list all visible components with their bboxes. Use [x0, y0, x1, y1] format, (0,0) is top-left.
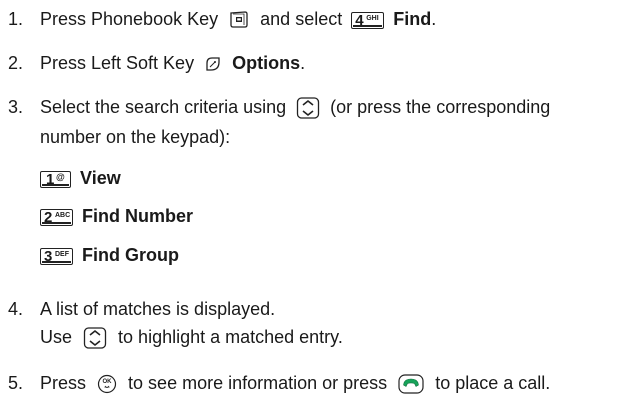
phonebook-key-icon	[229, 11, 249, 29]
key-underline	[42, 260, 71, 263]
option-find-group: 3 DEF Find Group	[40, 244, 179, 266]
step-text-part: .	[431, 9, 437, 29]
step-text-part: to place a call.	[435, 373, 551, 393]
step-number: 5.	[8, 373, 24, 393]
step-text-part: Press Phonebook Key	[40, 9, 219, 29]
step-text: Press Left Soft Key Options.	[40, 52, 305, 74]
key-3-def-icon: 3 DEF	[40, 247, 73, 265]
instruction-page: 1. Press Phonebook Key and select 4 GHI …	[0, 0, 631, 411]
step-text: Select the search criteria using (or pre…	[40, 96, 550, 119]
step-text-part: Press Left Soft Key	[40, 53, 195, 73]
option-label: Find Number	[82, 206, 194, 226]
option-label: Find Group	[82, 245, 179, 265]
key-letters: @	[56, 171, 65, 182]
step-text-part: to highlight a matched entry.	[118, 327, 343, 347]
step-number: 4.	[8, 299, 24, 319]
step-number: 2.	[8, 53, 24, 73]
option-label: View	[80, 168, 121, 188]
option-view: 1 @ View	[40, 167, 121, 189]
step-text: A list of matches is displayed.	[40, 299, 276, 319]
step-number: 1.	[8, 9, 24, 29]
find-label: Find	[393, 9, 432, 29]
key-underline	[42, 183, 69, 186]
option-find-number: 2 ABC Find Number	[40, 205, 193, 227]
nav-key-icon	[296, 97, 320, 119]
nav-key-icon	[83, 327, 107, 349]
step-text: Press OK to see more information or pres…	[40, 372, 550, 394]
key-2-abc-icon: 2 ABC	[40, 208, 73, 226]
key-4-ghi-icon: 4 GHI	[351, 11, 385, 29]
key-letters: GHI	[366, 14, 379, 22]
step-text: number on the keypad):	[40, 127, 231, 147]
step-text: Use to highlight a matched entry.	[40, 326, 343, 349]
step-text-part: Select the search criteria using	[40, 97, 287, 117]
step-text-part: .	[300, 53, 306, 73]
key-1-icon: 1 @	[40, 170, 71, 188]
ok-label: OK	[103, 379, 113, 385]
step-text-part: and select	[260, 9, 343, 29]
key-underline	[42, 221, 71, 224]
left-soft-key-icon	[204, 55, 222, 73]
key-letters: ABC	[55, 211, 71, 219]
ok-key-icon: OK	[97, 374, 117, 394]
step-text: Press Phonebook Key and select 4 GHI Fin…	[40, 8, 436, 30]
step-text-part: Use	[40, 327, 73, 347]
step-text-part: to see more information or press	[128, 373, 388, 393]
key-letters: DEF	[55, 250, 69, 258]
send-key-icon	[398, 374, 424, 394]
step-text-part: Press	[40, 373, 87, 393]
options-label: Options	[232, 53, 301, 73]
step-number: 3.	[8, 97, 24, 117]
key-underline	[353, 24, 383, 27]
step-text-part: (or press the corresponding	[330, 97, 551, 117]
